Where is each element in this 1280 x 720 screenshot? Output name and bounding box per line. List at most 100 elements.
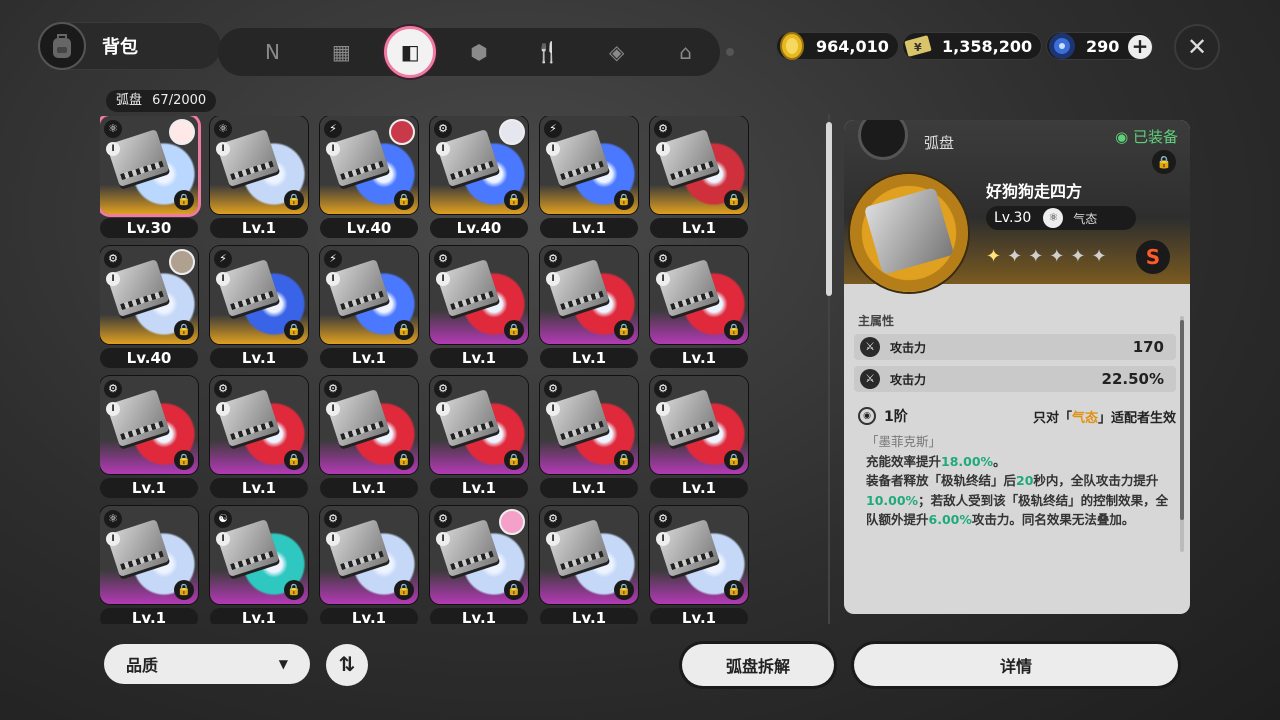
- attribute-icon: ⚙: [654, 250, 672, 268]
- slot-badge: I: [436, 272, 450, 286]
- equipped-status: ◉ 已装备: [1115, 128, 1178, 146]
- inventory-count: 67/2000: [152, 93, 207, 108]
- disc-level: Lv.1: [320, 608, 418, 624]
- slot-badge: I: [216, 272, 230, 286]
- tab-material[interactable]: ◈: [582, 28, 651, 76]
- disc-level: Lv.1: [320, 478, 418, 498]
- attribute-icon: ⚙: [434, 510, 452, 528]
- coin-value: 964,010: [816, 36, 889, 56]
- slot-badge: I: [326, 532, 340, 546]
- slot-badge: I: [546, 272, 560, 286]
- inventory-scrollbar[interactable]: [826, 114, 832, 624]
- star-icon: ✦: [1070, 246, 1086, 267]
- tab-home[interactable]: ⌂: [651, 28, 720, 76]
- lock-toggle[interactable]: 🔒: [1152, 150, 1176, 174]
- disc-card[interactable]: ⚙ I 🔒 Lv.1: [430, 506, 530, 624]
- attribute-type: 气态: [1073, 211, 1098, 226]
- disc-artwork: ⚙ I 🔒: [540, 506, 638, 604]
- disc-card[interactable]: ⚛ I 🔒 Lv.30: [100, 116, 200, 238]
- disc-card[interactable]: ⚙ I 🔒 Lv.1: [650, 246, 750, 368]
- lock-icon: 🔒: [724, 580, 744, 600]
- slot-badge: I: [216, 532, 230, 546]
- disc-card[interactable]: ☯ I 🔒 Lv.1: [210, 506, 310, 624]
- disc-card[interactable]: ⚙ I 🔒 Lv.1: [430, 246, 530, 368]
- details-label: 详情: [999, 657, 1032, 676]
- currency-coin: 964,010: [776, 32, 899, 60]
- disc-level: Lv.1: [100, 608, 198, 624]
- disc-level: Lv.40: [100, 348, 198, 368]
- disc-name: 好狗狗走四方: [986, 182, 1083, 201]
- disc-artwork: ⚛ I 🔒: [100, 506, 198, 604]
- slot-badge: I: [216, 142, 230, 156]
- equipped-avatar: [389, 119, 415, 145]
- disc-card[interactable]: ⚙ I 🔒 Lv.40: [100, 246, 200, 368]
- disc-level: Lv.1: [430, 348, 528, 368]
- lock-icon: 🔒: [504, 580, 524, 600]
- lock-icon: 🔒: [394, 190, 414, 210]
- lock-icon: 🔒: [724, 320, 744, 340]
- detail-scroll-thumb[interactable]: [1180, 320, 1184, 520]
- star-icon: ✦: [1028, 246, 1044, 267]
- stat-name: 攻击力: [890, 372, 927, 387]
- disc-card[interactable]: ⚙ I 🔒 Lv.1: [540, 246, 640, 368]
- disc-card[interactable]: ⚡ I 🔒 Lv.40: [320, 116, 420, 238]
- attribute-icon: ⚙: [434, 250, 452, 268]
- disc-card[interactable]: ⚙ I 🔒 Lv.1: [650, 116, 750, 238]
- details-button[interactable]: 详情: [854, 644, 1178, 686]
- disc-artwork: ⚙ I 🔒: [540, 376, 638, 474]
- tab-drive-disc[interactable]: ◧: [376, 26, 445, 78]
- lock-icon: 🔒: [284, 190, 304, 210]
- disc-card[interactable]: ⚙ I 🔒 Lv.40: [430, 116, 530, 238]
- attribute-icon: ⚙: [324, 380, 342, 398]
- scroll-thumb[interactable]: [826, 122, 832, 296]
- disc-card[interactable]: ⚙ I 🔒 Lv.1: [650, 376, 750, 498]
- dismantle-button[interactable]: 弧盘拆解: [682, 644, 834, 686]
- lock-icon: 🔒: [724, 190, 744, 210]
- disc-card[interactable]: ⚡ I 🔒 Lv.1: [210, 246, 310, 368]
- tab-disc-n[interactable]: N: [238, 28, 307, 76]
- detail-scrollbar[interactable]: [1180, 316, 1184, 552]
- disc-level: Lv.1: [540, 608, 638, 624]
- disc-card[interactable]: ⚙ I 🔒 Lv.1: [650, 506, 750, 624]
- disc-card[interactable]: ⚙ I 🔒 Lv.1: [320, 506, 420, 624]
- lock-icon: 🔒: [174, 580, 194, 600]
- disc-card[interactable]: ⚙ I 🔒 Lv.1: [100, 376, 200, 498]
- star-icon: ✦: [1049, 246, 1065, 267]
- slot-badge: I: [106, 272, 120, 286]
- lock-icon: 🔒: [614, 190, 634, 210]
- slot-badge: I: [216, 402, 230, 416]
- disc-level: Lv.1: [430, 478, 528, 498]
- disc-card[interactable]: ⚡ I 🔒 Lv.1: [540, 116, 640, 238]
- sort-order-button[interactable]: ⇅: [326, 644, 368, 686]
- disc-artwork: ⚙ I 🔒: [650, 506, 748, 604]
- disc-card[interactable]: ⚙ I 🔒 Lv.1: [540, 506, 640, 624]
- disc-n-icon: N: [264, 40, 280, 64]
- disc-level: Lv.1: [100, 478, 198, 498]
- disc-card[interactable]: ⚡ I 🔒 Lv.1: [320, 246, 420, 368]
- quality-filter-dropdown[interactable]: 品质 ▼: [104, 644, 310, 684]
- star-rating: ✦ ✦ ✦ ✦ ✦ ✦: [986, 246, 1107, 267]
- disc-artwork: ⚡ I 🔒: [320, 116, 418, 214]
- close-button[interactable]: ✕: [1174, 24, 1220, 70]
- disc-artwork: ⚛ I 🔒: [210, 116, 308, 214]
- star-icon: ✦: [1007, 246, 1023, 267]
- disc-card[interactable]: ⚙ I 🔒 Lv.1: [210, 376, 310, 498]
- attribute-icon: ⚛: [214, 120, 232, 138]
- disc-artwork: ⚙ I 🔒: [650, 246, 748, 344]
- disc-card[interactable]: ⚙ I 🔒 Lv.1: [540, 376, 640, 498]
- slot-badge: I: [656, 532, 670, 546]
- stat-row: ⚔ 攻击力 22.50%: [854, 366, 1176, 392]
- tab-console[interactable]: ▦: [307, 28, 376, 76]
- disc-card[interactable]: ⚙ I 🔒 Lv.1: [430, 376, 530, 498]
- tab-cube[interactable]: ⬢: [445, 28, 514, 76]
- food-icon: 🍴: [535, 40, 561, 64]
- disc-card[interactable]: ⚛ I 🔒 Lv.1: [100, 506, 200, 624]
- tab-food[interactable]: 🍴: [513, 28, 582, 76]
- disc-artwork: ⚙ I 🔒: [430, 246, 528, 344]
- disc-card[interactable]: ⚙ I 🔒 Lv.1: [320, 376, 420, 498]
- disc-level: Lv.1: [650, 348, 748, 368]
- add-energy-button[interactable]: +: [1128, 35, 1152, 59]
- disc-card[interactable]: ⚛ I 🔒 Lv.1: [210, 116, 310, 238]
- lock-icon: 🔒: [614, 580, 634, 600]
- attribute-icon: ⚙: [434, 380, 452, 398]
